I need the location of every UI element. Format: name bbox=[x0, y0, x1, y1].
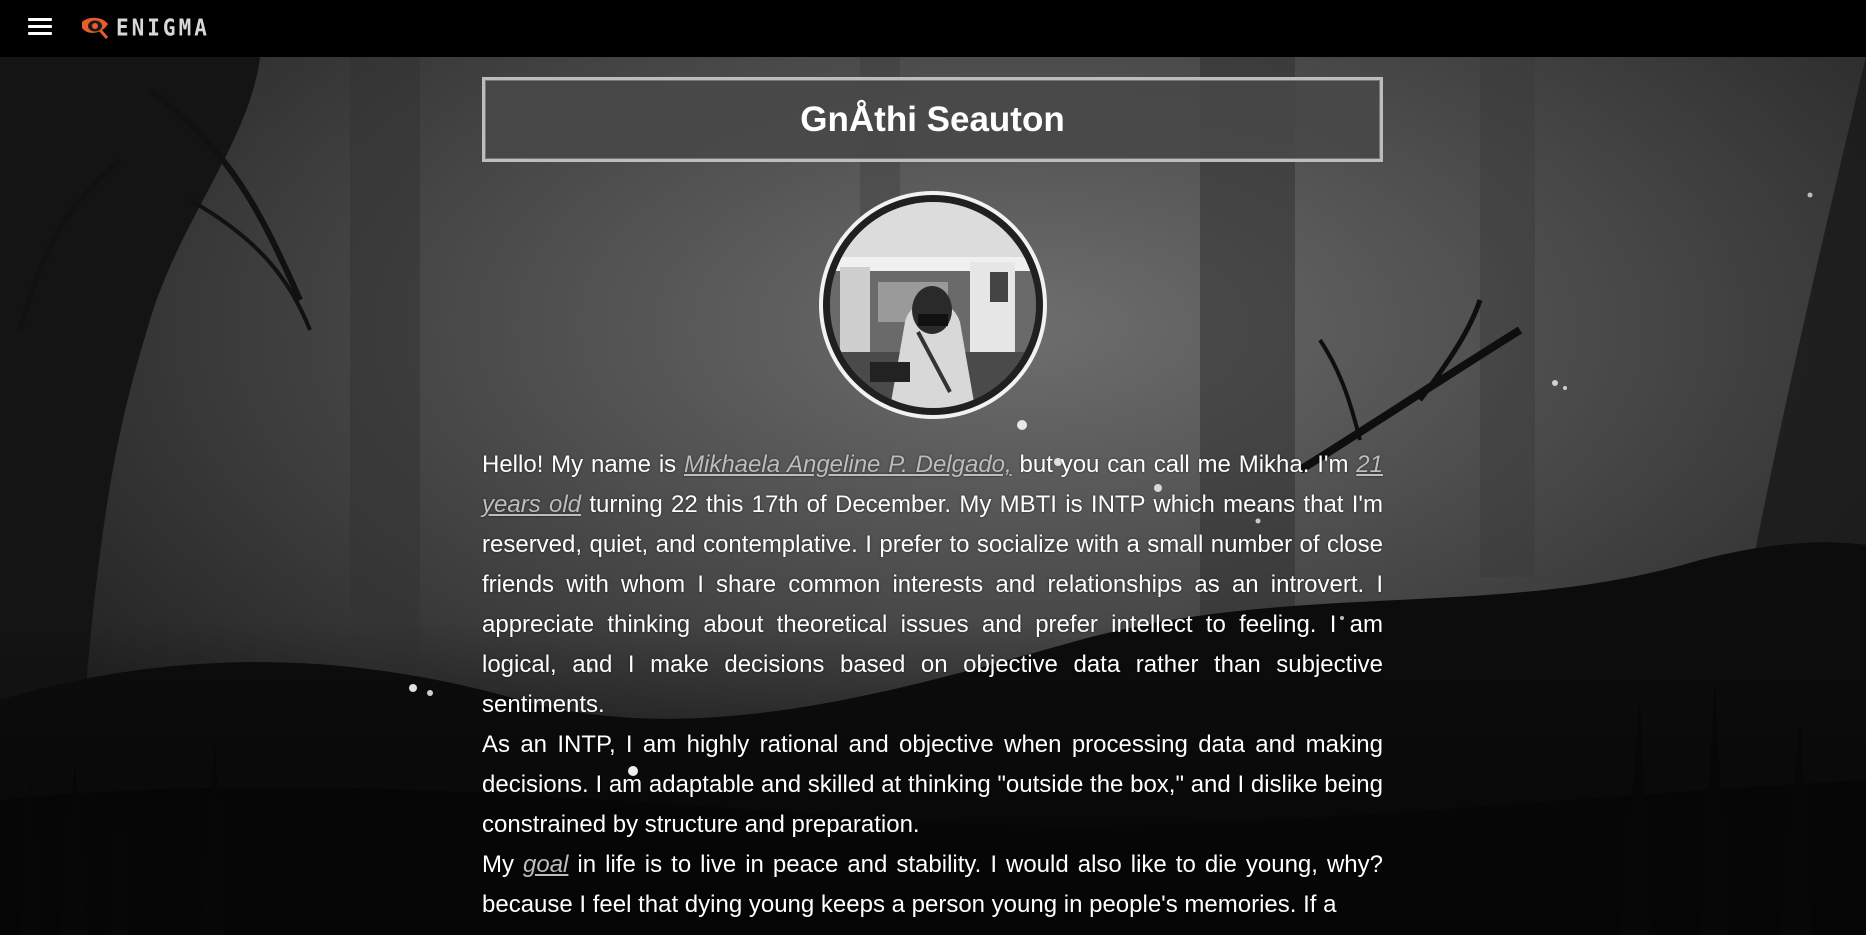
bio-paragraph-2: As an INTP, I am highly rational and obj… bbox=[482, 731, 1383, 838]
goal-link[interactable]: goal bbox=[523, 851, 568, 878]
bio-paragraph-3: My goal in life is to live in peace and … bbox=[482, 851, 1383, 918]
page: ENIGMA GnÅthi Seauton Hello! My name is … bbox=[0, 0, 1866, 935]
top-navbar: ENIGMA bbox=[0, 0, 1866, 57]
bio-paragraph-1: Hello! My name is Mikhaela Angeline P. D… bbox=[482, 451, 1384, 718]
hamburger-menu-icon[interactable] bbox=[28, 15, 54, 41]
page-title-box: GnÅthi Seauton bbox=[482, 77, 1383, 162]
avatar-frame bbox=[818, 191, 1047, 419]
logo-wordmark: ENIGMA bbox=[116, 14, 210, 42]
profile-avatar bbox=[829, 202, 1036, 408]
eye-logo-icon bbox=[82, 17, 109, 39]
main-content: GnÅthi Seauton Hello! My name is Mikhael… bbox=[482, 77, 1383, 925]
site-logo[interactable]: ENIGMA bbox=[80, 13, 210, 43]
page-title: GnÅthi Seauton bbox=[800, 99, 1065, 139]
name-link[interactable]: Mikhaela Angeline P. Delgado, bbox=[684, 451, 1012, 478]
bio-text: Hello! My name is Mikhaela Angeline P. D… bbox=[482, 445, 1383, 925]
profile-photo bbox=[829, 202, 1036, 408]
